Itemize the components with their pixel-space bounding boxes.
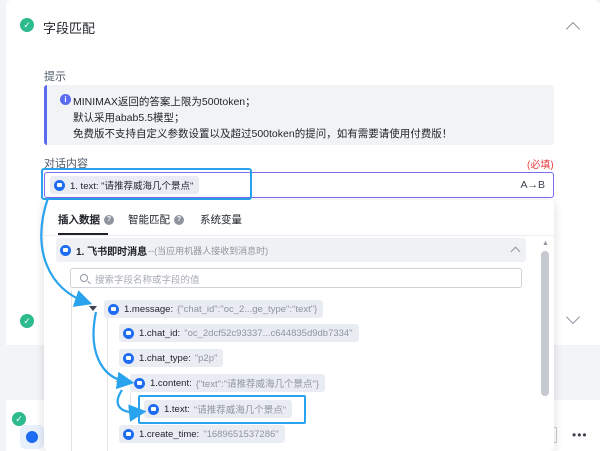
arrow-message-to-content [92, 311, 135, 390]
arrow-content-to-text [116, 389, 147, 422]
arrow-input-to-message [40, 197, 93, 307]
annotation-arrows [40, 197, 147, 422]
